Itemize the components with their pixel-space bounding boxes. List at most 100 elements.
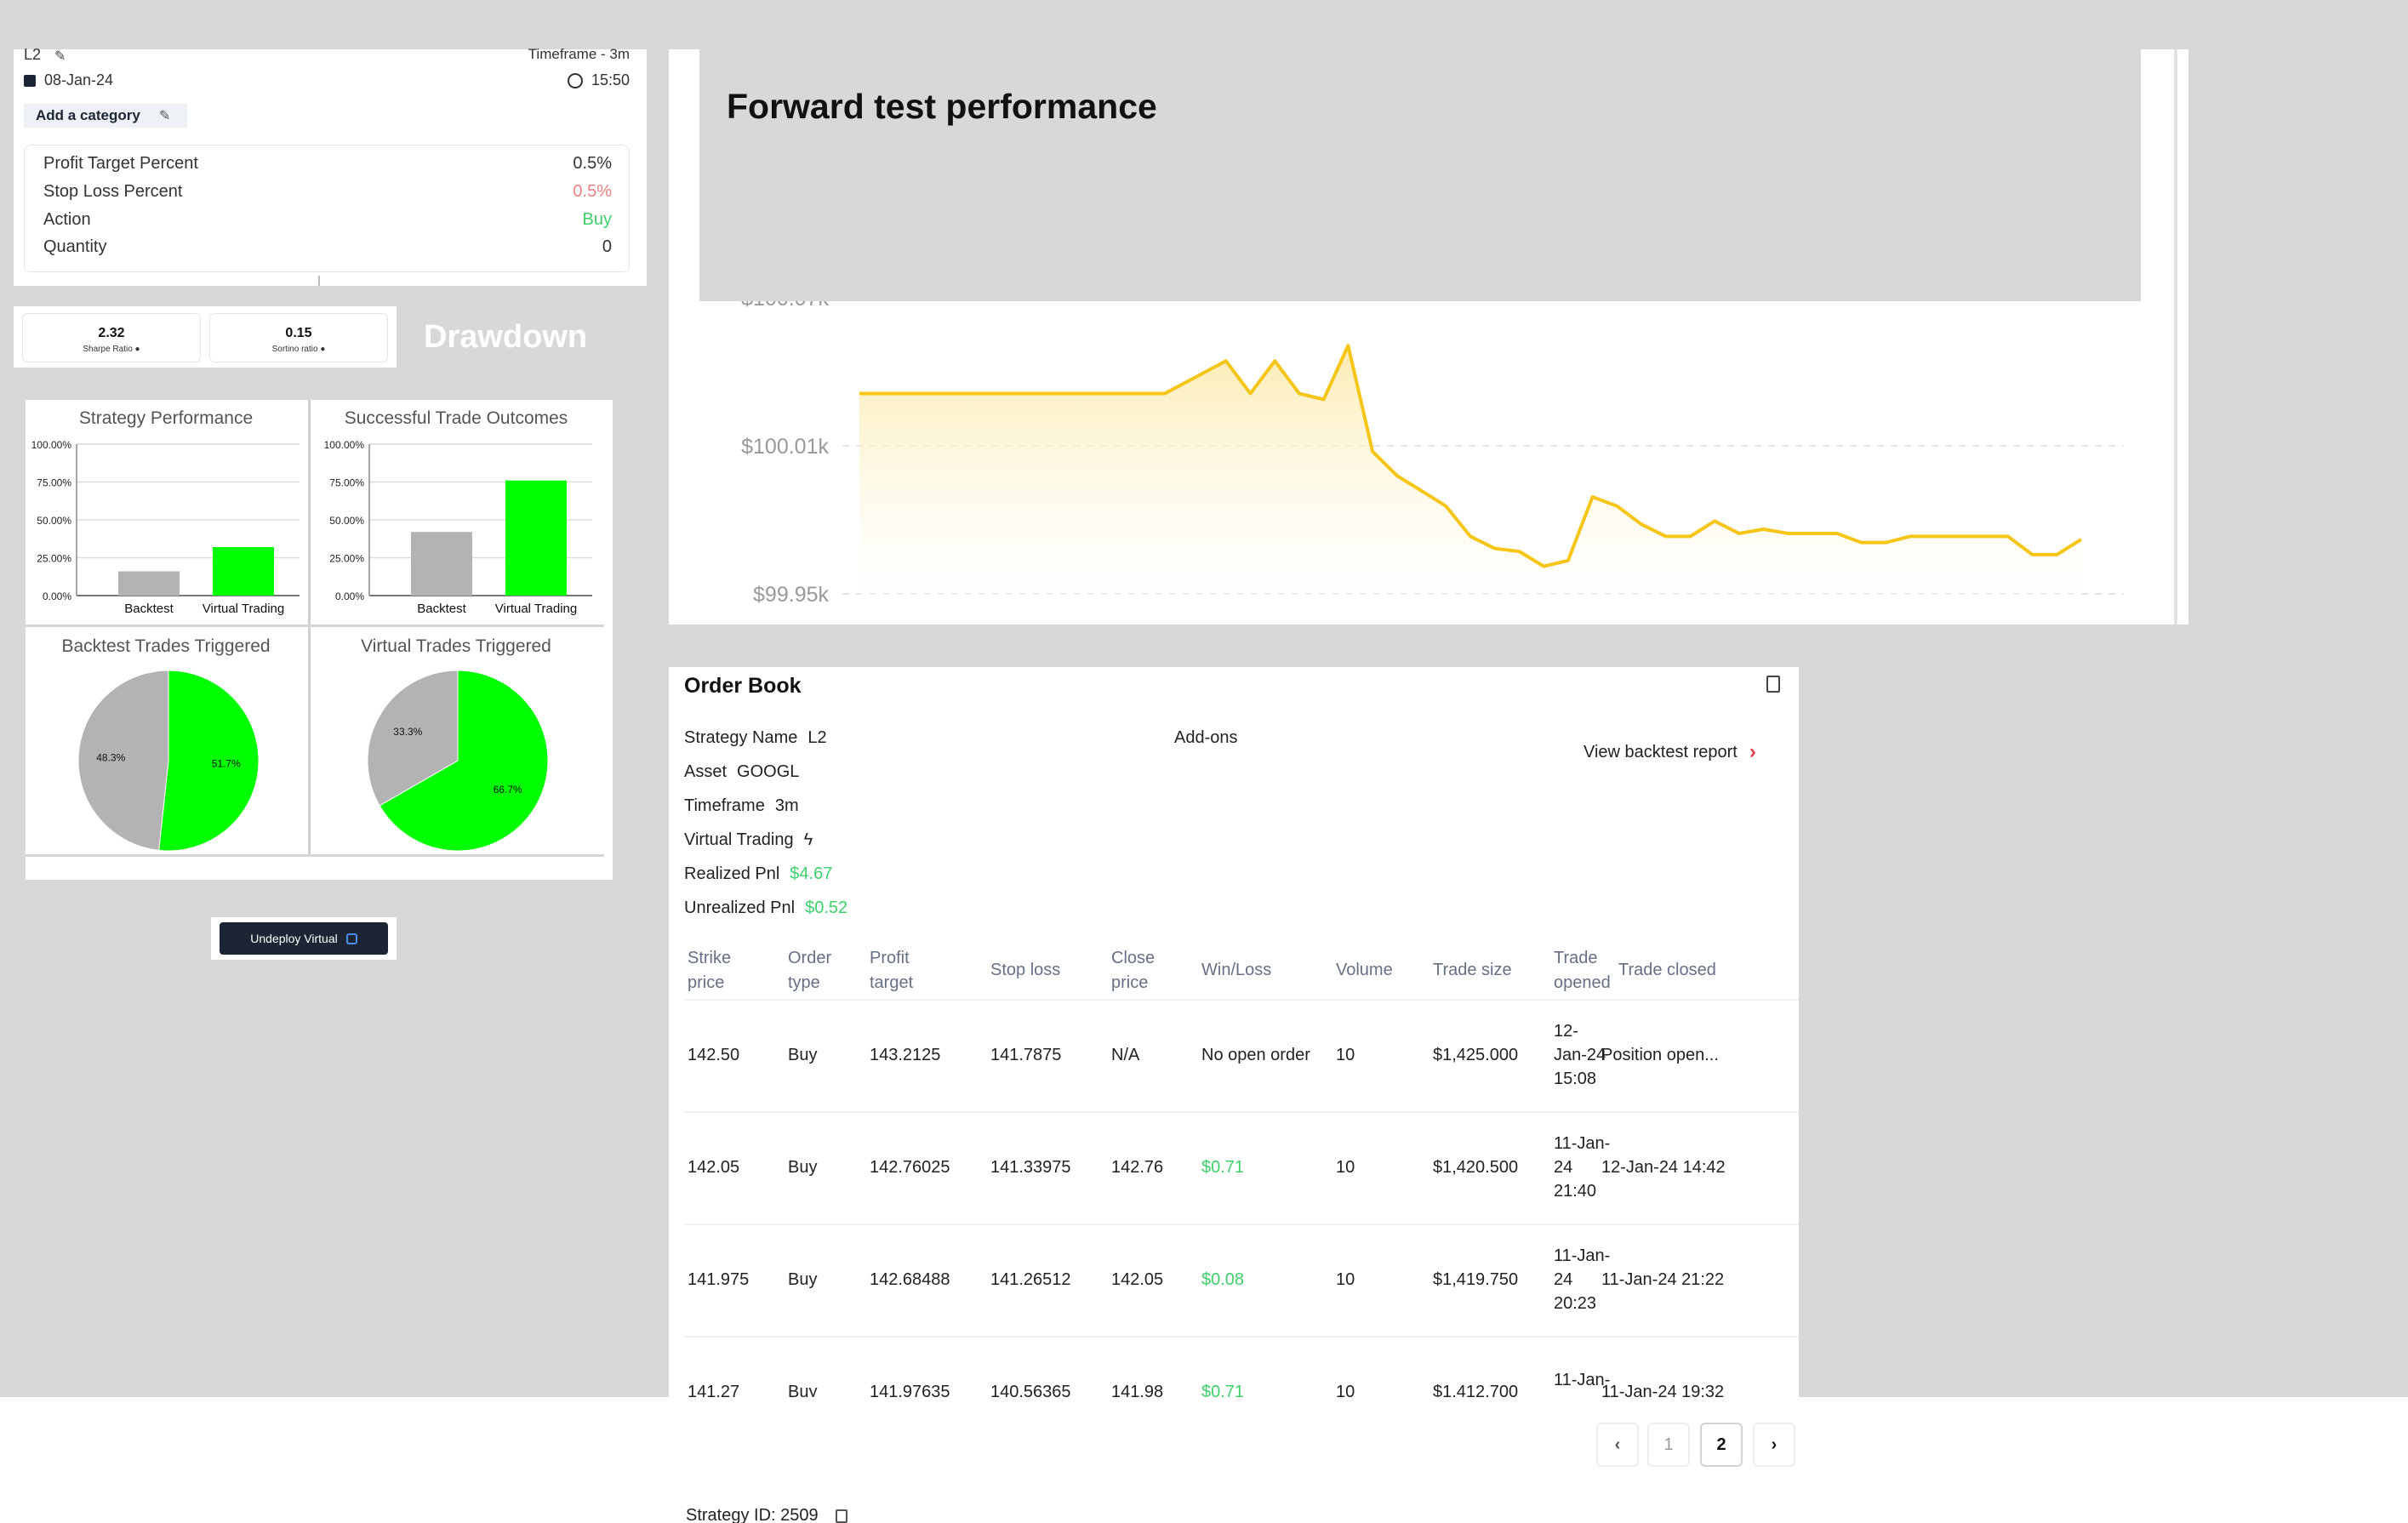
view-report-label: View backtest report: [1583, 742, 1738, 762]
param-row: Profit Target Percent 0.5%: [43, 154, 612, 174]
param-label: Profit Target Percent: [43, 154, 198, 173]
strategy-time: 15:50: [591, 71, 630, 88]
forward-test-panel: $100.07k$100.01k$99.95k Forward test per…: [669, 49, 2188, 625]
y-tick-label: $100.01k: [741, 435, 829, 459]
y-tick-label: 100.00%: [324, 439, 365, 451]
realized-pnl-row: Realized Pnl $4.67: [684, 864, 832, 884]
column-header: Profit target: [870, 946, 913, 995]
table-cell-type: Buy: [788, 1046, 818, 1064]
chevron-right-icon: ›: [1771, 1435, 1777, 1454]
table-cell-stop: 141.33975: [990, 1158, 1071, 1177]
column-header: Trade closed: [1618, 958, 1716, 983]
page-1-button[interactable]: 1: [1647, 1423, 1690, 1467]
y-tick-label: 0.00%: [335, 590, 364, 602]
x-tick-label: Backtest: [124, 602, 174, 616]
table-cell-profit: 142.68488: [870, 1270, 950, 1289]
header-line: Volume: [1336, 961, 1393, 979]
y-tick-label: 100.00%: [31, 439, 72, 451]
y-tick-label: 0.00%: [43, 590, 71, 602]
table-cell-strike: 142.05: [688, 1158, 740, 1177]
table-cell-stop: 141.7875: [990, 1046, 1062, 1064]
table-cell-close: N/A: [1111, 1046, 1140, 1064]
undeploy-virtual-button[interactable]: Undeploy Virtual: [220, 922, 388, 955]
header-line: opened: [1554, 973, 1611, 992]
next-page-button[interactable]: ›: [1753, 1423, 1795, 1467]
table-cell-size: $1,419.750: [1433, 1270, 1519, 1289]
pie-label: 66.7%: [494, 784, 522, 796]
y-tick-label: 75.00%: [329, 477, 364, 489]
header-line: Profit: [870, 949, 910, 967]
cell-line: 11-Jan-: [1554, 1134, 1611, 1153]
table-cell-profit: 141.97635: [870, 1383, 950, 1397]
bar-chart-0: 100.00% 75.00% 50.00% 25.00% 0.00% Backtest Vi…: [31, 439, 300, 616]
table-cell-closed: Position open...: [1601, 1046, 1719, 1064]
header-line: Win/Loss: [1201, 961, 1272, 979]
info-value: $4.67: [790, 864, 833, 883]
trade-opened-cell: 12- Jan-24 15:08: [1554, 1019, 1606, 1091]
add-category-label: Add a category: [36, 107, 140, 123]
cell-line: 21:40: [1554, 1182, 1597, 1201]
table-cell-volume: 10: [1336, 1046, 1355, 1064]
add-category-button[interactable]: Add a category ✎: [24, 104, 188, 128]
scrollbar[interactable]: [2174, 49, 2177, 625]
info-label: Realized Pnl: [684, 864, 780, 883]
cell-line: 20:23: [1554, 1294, 1597, 1313]
pie-chart-3: 66.7% 33.3%: [367, 670, 549, 852]
table-cell-stop: 141.26512: [990, 1270, 1071, 1289]
prev-page-button[interactable]: ‹: [1596, 1423, 1639, 1467]
document-icon[interactable]: [1766, 676, 1780, 693]
info-value: L2: [807, 728, 827, 747]
sharpe-value: 2.32: [98, 326, 125, 340]
table-cell-profit: 143.2125: [870, 1046, 941, 1064]
table-cell-strike: 141.975: [688, 1270, 750, 1289]
divider-tick: [318, 276, 320, 286]
timeframe-row: Timeframe 3m: [684, 796, 799, 816]
cell-line: 11-Jan-: [1554, 1246, 1611, 1265]
table-cell-strike: 141.27: [688, 1383, 740, 1397]
bolt-icon: ϟ: [803, 830, 813, 849]
column-header: Trade opened: [1554, 946, 1611, 995]
pie-label: 51.7%: [212, 758, 241, 770]
cell-line: Jan-24: [1554, 1046, 1606, 1064]
column-header: Close price: [1111, 946, 1155, 995]
chevron-right-icon: ›: [1749, 740, 1756, 763]
param-row: Action Buy: [43, 210, 612, 230]
calendar-icon: [24, 74, 36, 87]
cell-line: 12-: [1554, 1022, 1578, 1041]
view-backtest-report-link[interactable]: View backtest report ›: [1583, 740, 1756, 764]
info-label: Virtual Trading: [684, 830, 794, 849]
table-cell-winloss: $0.71: [1201, 1383, 1245, 1397]
header-line: target: [870, 973, 914, 992]
page-2-button[interactable]: 2: [1700, 1423, 1743, 1467]
info-icon[interactable]: ●: [135, 345, 140, 354]
strategy-name: L2: [24, 46, 42, 63]
copy-icon[interactable]: [835, 1509, 847, 1523]
order-book-title: Order Book: [684, 674, 802, 698]
table-cell-closed: 12-Jan-24 14:42: [1601, 1158, 1726, 1177]
table-row-divider: [684, 1111, 1799, 1113]
edit-icon[interactable]: ✎: [54, 48, 66, 65]
undeploy-wrapper: Undeploy Virtual: [211, 917, 397, 960]
table-cell-stop: 140.56365: [990, 1383, 1071, 1397]
header-line: Stop loss: [990, 961, 1061, 979]
info-label: Asset: [684, 762, 728, 781]
bar-backtest: [411, 532, 472, 596]
performance-charts-svg: 100.00% 75.00% 50.00% 25.00% 0.00% Backtest Vi…: [31, 439, 592, 852]
params-box: Profit Target Percent 0.5% Stop Loss Perc…: [24, 145, 630, 272]
bar-virtual-trading: [213, 547, 274, 596]
header-line: Trade size: [1433, 961, 1512, 979]
strategy-date: 08-Jan-24: [44, 71, 114, 88]
table-cell-type: Buy: [788, 1270, 818, 1289]
asset-row: Asset GOOGL: [684, 762, 799, 782]
strategy-id: Strategy ID: 2509: [686, 1506, 819, 1523]
y-tick-label: 25.00%: [329, 553, 364, 565]
bar-backtest: [118, 571, 180, 596]
param-label: Quantity: [43, 237, 107, 256]
param-label: Action: [43, 210, 91, 229]
table-cell-size: $1,420.500: [1433, 1158, 1519, 1177]
table-cell-closed: 11-Jan-24 19:32: [1601, 1383, 1725, 1397]
table-cell-size: $1,412.700: [1433, 1383, 1519, 1397]
header-line: type: [788, 973, 820, 992]
table-cell-close: 142.05: [1111, 1270, 1164, 1289]
info-icon[interactable]: ●: [320, 345, 325, 354]
